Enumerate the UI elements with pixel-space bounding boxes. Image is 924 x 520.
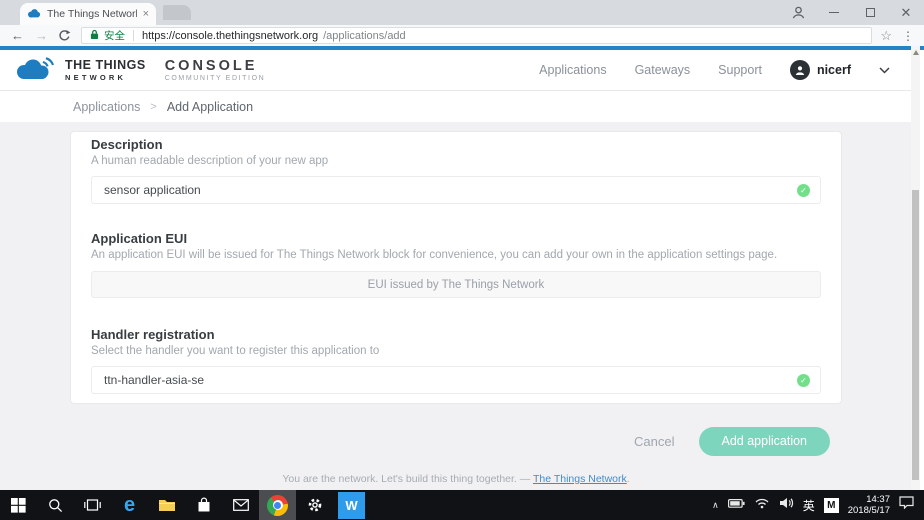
nav-applications[interactable]: Applications: [539, 63, 606, 77]
product-edition: COMMUNITY EDITION: [165, 75, 266, 82]
handler-title: Handler registration: [91, 327, 821, 342]
avatar: [790, 60, 810, 80]
scrollbar-up-arrow-icon[interactable]: [913, 50, 919, 55]
description-section: Description A human readable description…: [91, 137, 821, 204]
window-controls: ✕: [780, 0, 924, 25]
browser-profile-icon[interactable]: [780, 0, 816, 25]
task-view-icon[interactable]: [74, 490, 111, 520]
footer-text: You are the network. Let's build this th…: [282, 473, 530, 485]
back-button[interactable]: ←: [11, 28, 24, 43]
handler-subtitle: Select the handler you want to register …: [91, 345, 821, 357]
close-button[interactable]: ✕: [888, 0, 924, 25]
microsoft-store-icon[interactable]: [185, 490, 222, 520]
ttn-logo[interactable]: THE THINGS NETWORK CONSOLE COMMUNITY EDI…: [12, 54, 265, 87]
favicon-cloud-icon: [27, 5, 41, 23]
edge-icon[interactable]: e: [111, 490, 148, 520]
description-subtitle: A human readable description of your new…: [91, 155, 821, 167]
handler-section: Handler registration Select the handler …: [91, 327, 821, 394]
console-wordmark: CONSOLE COMMUNITY EDITION: [165, 58, 266, 82]
start-button[interactable]: [0, 490, 37, 520]
chevron-down-icon[interactable]: [879, 61, 890, 79]
browser-menu-icon[interactable]: ⋮: [902, 29, 914, 43]
brand-line1: THE THINGS: [65, 58, 146, 72]
battery-icon[interactable]: [728, 496, 745, 514]
site-header: THE THINGS NETWORK CONSOLE COMMUNITY EDI…: [0, 50, 912, 91]
restore-button[interactable]: [852, 0, 888, 25]
forward-button[interactable]: →: [35, 28, 48, 43]
add-application-button[interactable]: Add application: [699, 427, 830, 456]
scrollbar-thumb[interactable]: [912, 190, 919, 480]
page-content: Description A human readable description…: [0, 122, 912, 490]
tab-close-icon[interactable]: ×: [143, 9, 149, 20]
address-bar[interactable]: 安全 https://console.thethingsnetwork.org …: [81, 27, 872, 44]
brand-wordmark: THE THINGS NETWORK: [65, 58, 146, 82]
footer-suffix: .: [627, 473, 630, 485]
user-menu[interactable]: nicerf: [790, 60, 851, 80]
page-scrollbar[interactable]: [911, 46, 920, 490]
ime-mode-badge[interactable]: M: [824, 498, 839, 513]
breadcrumb-applications[interactable]: Applications: [73, 100, 140, 114]
taskbar-clock[interactable]: 14:37 2018/5/17: [848, 494, 890, 516]
omnibox-divider: [133, 30, 134, 41]
file-explorer-icon[interactable]: [148, 490, 185, 520]
taskbar-apps: e W: [0, 490, 370, 520]
valid-check-icon: ✓: [797, 184, 810, 197]
bookmark-star-icon[interactable]: ☆: [880, 28, 892, 44]
nav-gateways[interactable]: Gateways: [635, 63, 691, 77]
form-actions: Cancel Add application: [634, 427, 830, 456]
application-eui-box: EUI issued by The Things Network: [91, 271, 821, 298]
clock-date: 2018/5/17: [848, 505, 890, 516]
volume-icon[interactable]: [779, 496, 794, 514]
settings-gear-icon[interactable]: [296, 490, 333, 520]
mail-icon[interactable]: [222, 490, 259, 520]
minimize-button[interactable]: [816, 0, 852, 25]
description-input[interactable]: sensor application ✓: [91, 176, 821, 204]
browser-toolbar: ← → 安全 https://console.thethingsnetwork.…: [0, 25, 924, 46]
description-value: sensor application: [104, 183, 201, 197]
browser-tabstrip: The Things Network C × ✕: [0, 0, 924, 25]
breadcrumb: Applications > Add Application: [0, 91, 912, 122]
breadcrumb-current: Add Application: [167, 100, 253, 114]
wifi-icon[interactable]: [754, 496, 770, 514]
site-nav: Applications Gateways Support nicerf: [539, 60, 890, 80]
chrome-icon[interactable]: [259, 490, 296, 520]
user-name: nicerf: [817, 63, 851, 77]
url-path[interactable]: /applications/add: [323, 30, 406, 42]
action-center-icon[interactable]: [899, 496, 914, 514]
application-eui-subtitle: An application EUI will be issued for Th…: [91, 249, 821, 261]
site-footer: You are the network. Let's build this th…: [0, 473, 912, 485]
ttn-cloud-icon: [12, 54, 58, 87]
product-name: CONSOLE: [165, 58, 266, 74]
clock-time: 14:37: [848, 494, 890, 505]
application-eui-title: Application EUI: [91, 231, 821, 246]
windows-taskbar: e W ∧: [0, 490, 924, 520]
new-tab-button[interactable]: [163, 5, 191, 20]
handler-value: ttn-handler-asia-se: [104, 373, 204, 387]
system-tray: ∧ 英 M 14:37 2018/5/17: [712, 490, 924, 520]
search-icon[interactable]: [37, 490, 74, 520]
tab-title: The Things Network C: [47, 8, 137, 20]
url-host[interactable]: https://console.thethingsnetwork.org: [142, 30, 318, 42]
add-application-form-card: Description A human readable description…: [70, 131, 842, 404]
desktop-screen: The Things Network C × ✕ ← → 安全 https://…: [0, 0, 924, 520]
cancel-button[interactable]: Cancel: [634, 434, 674, 449]
handler-select[interactable]: ttn-handler-asia-se ✓: [91, 366, 821, 394]
footer-link[interactable]: The Things Network: [533, 473, 627, 485]
pinned-blue-app-icon[interactable]: W: [333, 490, 370, 520]
valid-check-icon: ✓: [797, 374, 810, 387]
browser-tab[interactable]: The Things Network C ×: [20, 3, 156, 25]
description-title: Description: [91, 137, 821, 152]
brand-line2: NETWORK: [65, 73, 146, 82]
ime-language-indicator[interactable]: 英: [803, 497, 815, 514]
secure-lock-icon: [90, 27, 99, 45]
tray-expand-icon[interactable]: ∧: [712, 500, 719, 511]
application-eui-section: Application EUI An application EUI will …: [91, 231, 821, 298]
security-label[interactable]: 安全: [104, 28, 125, 43]
reload-button[interactable]: [58, 29, 71, 42]
nav-support[interactable]: Support: [718, 63, 762, 77]
application-eui-value: EUI issued by The Things Network: [368, 279, 545, 291]
breadcrumb-separator: >: [150, 101, 156, 113]
